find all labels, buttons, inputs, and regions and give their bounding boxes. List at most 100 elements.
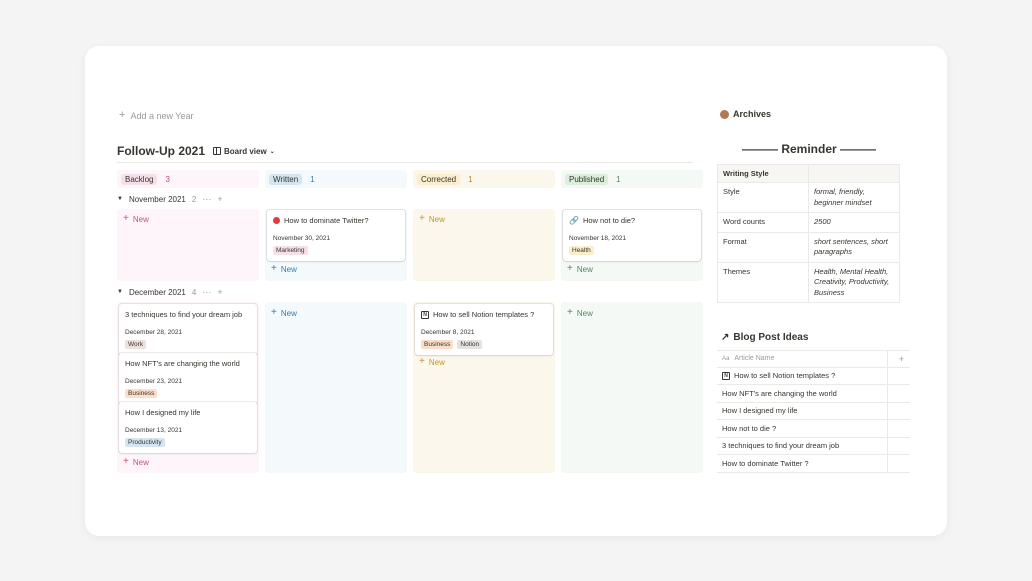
plus-icon[interactable]: + xyxy=(217,287,222,297)
table-row[interactable]: 3 techniques to find your dream job xyxy=(717,437,910,455)
board-column-headers: Backlog 3 Written 1 Corrected 1 Publishe… xyxy=(117,170,703,188)
row-key: Word counts xyxy=(717,212,809,233)
card-title: 3 techniques to find your dream job xyxy=(125,310,243,319)
text-property-icon: Aa xyxy=(722,355,730,362)
tag-notion: Notion xyxy=(457,340,483,349)
new-card-button[interactable]: + New xyxy=(123,214,149,224)
plus-icon: + xyxy=(119,109,126,121)
new-card-button[interactable]: + New xyxy=(419,357,445,367)
column-divider xyxy=(887,420,888,437)
table-row: Word counts 2500 xyxy=(717,212,900,233)
column-header-corrected[interactable]: Corrected 1 xyxy=(413,170,555,188)
board-view-icon xyxy=(213,147,222,155)
new-card-button[interactable]: + New xyxy=(271,308,297,318)
card-title: How to sell Notion templates ? xyxy=(433,310,535,319)
archives-label: Archives xyxy=(733,109,772,119)
pin-icon xyxy=(273,217,280,224)
article-name: 3 techniques to find your dream job xyxy=(722,441,840,451)
row-value: 2500 xyxy=(808,212,900,233)
column-divider xyxy=(887,402,888,419)
card-date: November 18, 2021 xyxy=(569,235,627,242)
new-card-button[interactable]: + New xyxy=(567,308,593,318)
archives-link[interactable]: Archives xyxy=(720,109,771,119)
plus-icon: + xyxy=(271,307,277,318)
new-label: New xyxy=(576,264,593,274)
card-title: How not to die? xyxy=(582,216,636,225)
plus-icon[interactable]: + xyxy=(217,194,222,204)
add-column-icon[interactable]: + xyxy=(899,354,904,364)
new-card-button[interactable]: + New xyxy=(271,264,297,274)
card-date: December 28, 2021 xyxy=(125,329,183,336)
arrow-up-right-icon: ↗ xyxy=(721,332,730,343)
more-icon[interactable]: ··· xyxy=(202,287,211,297)
card-title: How NFT's are changing the world xyxy=(125,359,240,368)
card-designed-my-life[interactable]: How I designed my life December 13, 2021… xyxy=(119,402,257,453)
new-card-button[interactable]: + New xyxy=(123,457,149,467)
column-tag: Published xyxy=(565,173,609,185)
column-header-backlog[interactable]: Backlog 3 xyxy=(117,170,259,188)
card-dream-job[interactable]: 3 techniques to find your dream job Dece… xyxy=(119,304,257,355)
article-name: How not to die ? xyxy=(722,423,777,433)
board-view-switcher[interactable]: Board view ⌄ xyxy=(213,147,275,156)
blog-post-ideas-link[interactable]: ↗ Blog Post Ideas xyxy=(721,332,808,343)
new-label: New xyxy=(280,264,297,274)
card-date: December 23, 2021 xyxy=(125,378,183,385)
add-year-label: Add a new Year xyxy=(130,110,194,121)
group-december-2021[interactable]: ▼ December 2021 4 ··· + xyxy=(117,287,223,297)
notion-icon: N xyxy=(421,310,429,319)
tag-business: Business xyxy=(125,389,158,398)
card-title: How to dominate Twitter? xyxy=(284,216,369,225)
new-label: New xyxy=(576,308,593,318)
column-header-published[interactable]: Published 1 xyxy=(561,170,703,188)
column-count: 1 xyxy=(468,174,473,184)
lane-published xyxy=(561,302,703,473)
column-header-written[interactable]: Written 1 xyxy=(265,170,407,188)
tag-health: Health xyxy=(569,246,594,255)
article-name: How to sell Notion templates ? xyxy=(734,371,836,381)
card-nft[interactable]: How NFT's are changing the world Decembe… xyxy=(119,353,257,404)
table-row[interactable]: How NFT's are changing the world xyxy=(717,385,910,403)
column-divider xyxy=(887,437,888,454)
row-value: Health, Mental Health, Creativity, Produ… xyxy=(808,261,900,303)
new-card-button[interactable]: + New xyxy=(567,264,593,274)
caret-down-icon[interactable]: ▼ xyxy=(117,289,123,295)
more-icon[interactable]: ··· xyxy=(202,194,211,204)
card-sell-notion-templates[interactable]: N How to sell Notion templates ? December… xyxy=(415,304,553,355)
article-name: How I designed my life xyxy=(722,406,798,416)
chevron-down-icon: ⌄ xyxy=(269,148,275,155)
plus-icon: + xyxy=(123,456,129,467)
row-key: Style xyxy=(717,182,809,213)
plus-icon: + xyxy=(567,263,573,274)
card-date: December 13, 2021 xyxy=(125,427,183,434)
table-row[interactable]: N How to sell Notion templates ? xyxy=(717,367,910,385)
table-header-empty xyxy=(808,164,900,183)
table-row: Style formal, friendly, beginner mindset xyxy=(717,182,900,213)
tag-work: Work xyxy=(125,340,147,349)
card-how-to-dominate-twitter[interactable]: How to dominate Twitter? November 30, 20… xyxy=(267,210,405,261)
table-row[interactable]: How I designed my life xyxy=(717,402,910,420)
plus-icon: + xyxy=(419,356,425,367)
column-tag: Written xyxy=(269,173,303,185)
plus-icon: + xyxy=(271,263,277,274)
group-count: 2 xyxy=(191,194,197,204)
group-november-2021[interactable]: ▼ November 2021 2 ··· + xyxy=(117,194,223,204)
table-header-row: Aa Article Name + xyxy=(717,350,910,368)
card-how-not-to-die[interactable]: 🔗 How not to die? November 18, 2021 Healt… xyxy=(563,210,701,261)
group-count: 4 xyxy=(191,287,197,297)
new-label: New xyxy=(280,308,297,318)
article-name: How to dominate Twitter ? xyxy=(722,458,809,468)
table-row[interactable]: How not to die ? xyxy=(717,420,910,438)
new-card-button[interactable]: + New xyxy=(419,214,445,224)
caret-down-icon[interactable]: ▼ xyxy=(117,196,123,202)
card-date: December 8, 2021 xyxy=(421,329,475,336)
column-tag: Corrected xyxy=(417,173,461,185)
tag-marketing: Marketing xyxy=(273,246,308,255)
cookie-icon xyxy=(720,109,729,119)
tag-business: Business xyxy=(421,340,454,349)
column-count: 1 xyxy=(310,174,315,184)
add-new-year-button[interactable]: + Add a new Year xyxy=(119,110,194,121)
card-title: How I designed my life xyxy=(125,408,201,417)
column-header[interactable]: Article Name xyxy=(734,355,774,362)
new-label: New xyxy=(132,214,149,224)
table-row[interactable]: How to dominate Twitter ? xyxy=(717,455,910,473)
